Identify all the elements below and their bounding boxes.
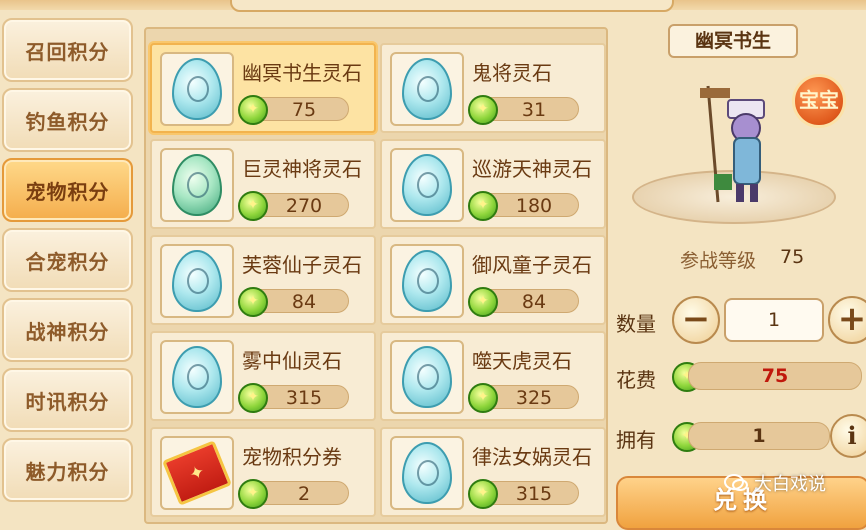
- item-icon-frame: [160, 340, 234, 414]
- plus-button[interactable]: +: [828, 296, 866, 344]
- minus-button[interactable]: −: [672, 296, 720, 344]
- watermark-text: 大白戏说: [754, 474, 826, 495]
- egg-icon: [402, 250, 452, 312]
- item-icon-frame: [160, 148, 234, 222]
- category-tabs: 召回积分 钓鱼积分 宠物积分 合宠积分 战神积分 时讯积分 魅力积分: [0, 18, 140, 520]
- shop-item[interactable]: 幽冥书生灵石 75 ✦: [150, 43, 376, 133]
- egg-icon: [402, 58, 452, 120]
- item-name: 御风童子灵石: [472, 253, 592, 277]
- quantity-input[interactable]: 1: [724, 298, 824, 342]
- item-icon-frame: [160, 244, 234, 318]
- item-icon-frame: [390, 436, 464, 510]
- watermark: 大白戏说: [724, 470, 826, 496]
- egg-icon: [402, 442, 452, 504]
- coin-icon: ✦: [238, 191, 268, 221]
- item-icon-frame: [390, 52, 464, 126]
- item-name: 幽冥书生灵石: [242, 61, 362, 85]
- item-name: 鬼将灵石: [472, 61, 552, 85]
- tab-war-god-points[interactable]: 战神积分: [2, 298, 133, 362]
- shop-item[interactable]: 雾中仙灵石 315 ✦: [150, 331, 376, 421]
- tab-label: 时讯积分: [25, 389, 110, 414]
- item-name: 巡游天神灵石: [472, 157, 592, 181]
- tab-label: 魅力积分: [25, 459, 110, 484]
- shop-item[interactable]: 巡游天神灵石 180 ✦: [380, 139, 606, 229]
- item-icon-frame: [390, 244, 464, 318]
- shop-item[interactable]: ✦ 宠物积分券 2 ✦: [150, 427, 376, 517]
- tab-label: 召回积分: [25, 39, 110, 64]
- egg-icon: [172, 58, 222, 120]
- item-grid: 幽冥书生灵石 75 ✦ 鬼将灵石 31 ✦ 巨灵神将灵石 270 ✦ 巡游天神灵…: [144, 27, 608, 524]
- coin-icon: ✦: [238, 287, 268, 317]
- item-name: 雾中仙灵石: [242, 349, 342, 373]
- shop-item[interactable]: 鬼将灵石 31 ✦: [380, 43, 606, 133]
- tab-label: 战神积分: [25, 319, 110, 344]
- egg-icon: [172, 250, 222, 312]
- coupon-icon: ✦: [162, 440, 232, 506]
- coin-icon: ✦: [238, 383, 268, 413]
- shop-item[interactable]: 律法女娲灵石 315 ✦: [380, 427, 606, 517]
- tab-charm-points[interactable]: 魅力积分: [2, 438, 133, 502]
- owned-value: 1: [688, 422, 830, 450]
- treasure-badge: 宝宝: [792, 74, 846, 128]
- tab-recall-points[interactable]: 召回积分: [2, 18, 133, 82]
- item-name: 律法女娲灵石: [472, 445, 592, 469]
- item-icon-frame: [160, 52, 234, 126]
- tab-pet-points[interactable]: 宠物积分: [2, 158, 133, 222]
- egg-icon: [172, 346, 222, 408]
- coin-icon: ✦: [468, 287, 498, 317]
- info-button[interactable]: i: [830, 414, 866, 458]
- item-icon-frame: [390, 148, 464, 222]
- shop-item[interactable]: 噬天虎灵石 325 ✦: [380, 331, 606, 421]
- coin-icon: ✦: [468, 479, 498, 509]
- chat-bubble-icon: [724, 474, 748, 491]
- egg-icon: [402, 154, 452, 216]
- item-name: 芙蓉仙子灵石: [242, 253, 362, 277]
- tab-label: 宠物积分: [25, 179, 110, 204]
- coin-icon: ✦: [238, 479, 268, 509]
- pet-name: 幽冥书生: [668, 24, 798, 58]
- tab-label: 合宠积分: [25, 249, 110, 274]
- level-value: 75: [780, 246, 805, 268]
- detail-panel: 幽冥书生 宝宝 参战等级 75 数量 − 1 + 花费 ✦ 75 拥有 ✦ 1 …: [608, 0, 866, 530]
- quantity-label: 数量: [616, 312, 656, 336]
- item-name: 宠物积分券: [242, 445, 342, 469]
- tab-fishing-points[interactable]: 钓鱼积分: [2, 88, 133, 152]
- tab-label: 钓鱼积分: [25, 109, 110, 134]
- item-name: 巨灵神将灵石: [242, 157, 362, 181]
- owned-label: 拥有: [616, 428, 656, 452]
- cost-value: 75: [688, 362, 862, 390]
- egg-icon: [172, 154, 222, 216]
- coin-icon: ✦: [468, 95, 498, 125]
- shop-item[interactable]: 御风童子灵石 84 ✦: [380, 235, 606, 325]
- shop-item[interactable]: 巨灵神将灵石 270 ✦: [150, 139, 376, 229]
- item-icon-frame: ✦: [160, 436, 234, 510]
- level-label: 参战等级: [680, 250, 757, 272]
- coin-icon: ✦: [238, 95, 268, 125]
- tab-news-points[interactable]: 时讯积分: [2, 368, 133, 432]
- pet-figure-icon: [700, 85, 765, 203]
- coin-icon: ✦: [468, 383, 498, 413]
- item-icon-frame: [390, 340, 464, 414]
- egg-icon: [402, 346, 452, 408]
- item-name: 噬天虎灵石: [472, 349, 572, 373]
- tab-merge-pet-points[interactable]: 合宠积分: [2, 228, 133, 292]
- cost-label: 花费: [616, 368, 656, 392]
- coin-icon: ✦: [468, 191, 498, 221]
- shop-item[interactable]: 芙蓉仙子灵石 84 ✦: [150, 235, 376, 325]
